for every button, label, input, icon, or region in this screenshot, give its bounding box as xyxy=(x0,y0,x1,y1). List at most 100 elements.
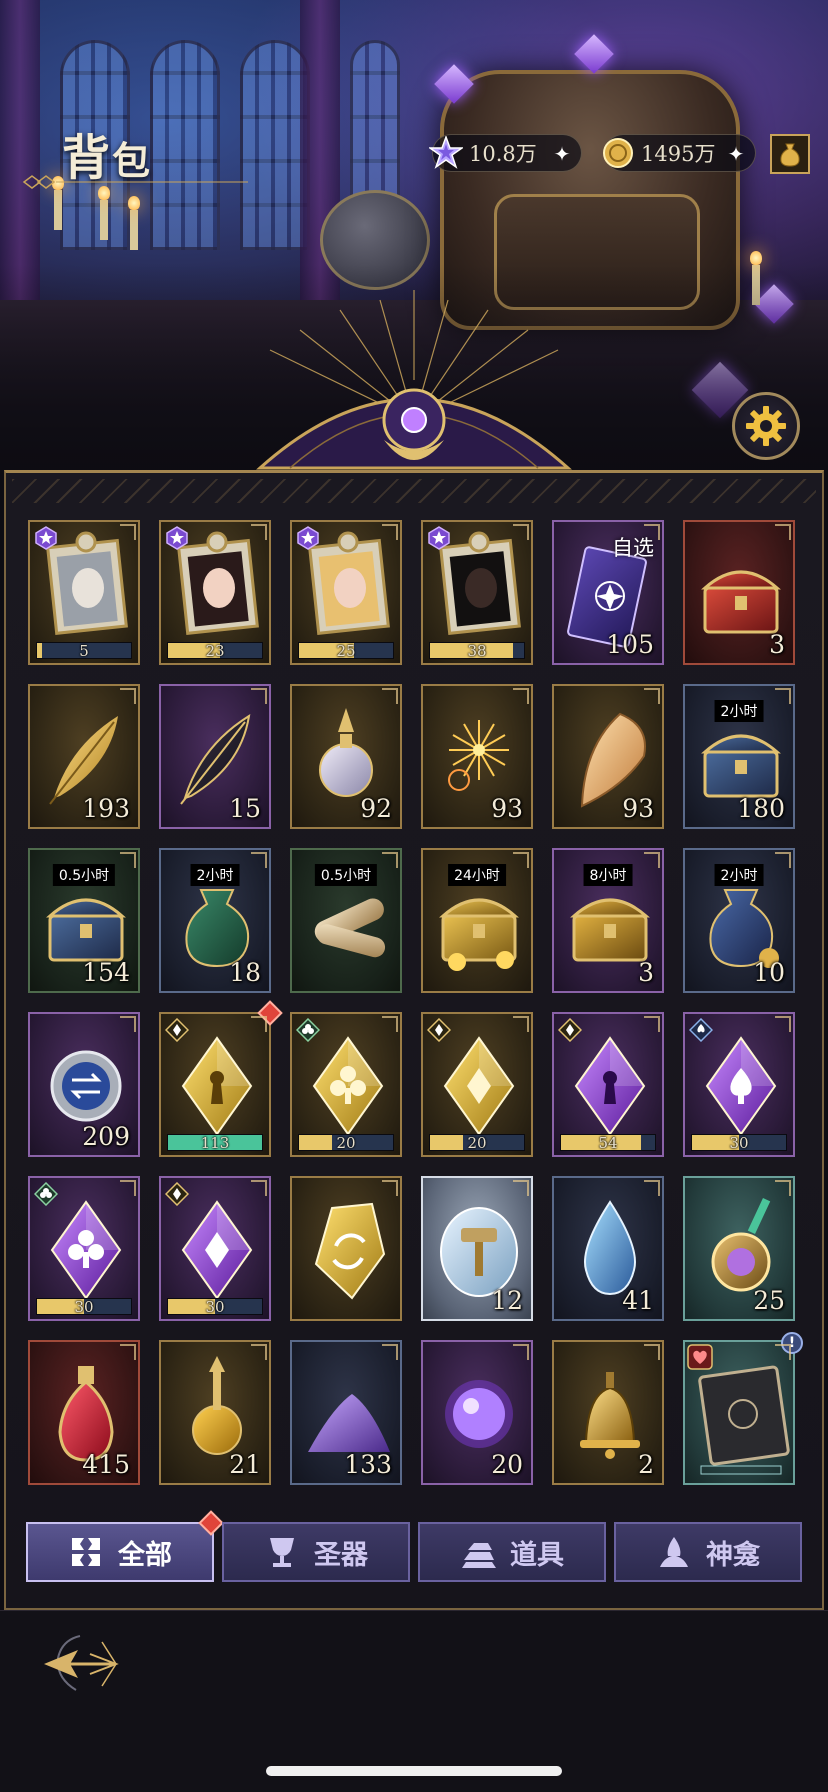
bottom-bar xyxy=(0,1610,828,1792)
inventory-item-scroll-bundle[interactable]: 0.5小时 xyxy=(290,848,402,993)
progress-count: 54 xyxy=(598,1134,618,1152)
inventory-item-golden-feather[interactable]: 193 xyxy=(28,684,140,829)
inventory-item-card-selectable[interactable]: 自选 105 xyxy=(552,520,664,665)
gold-coin-icon xyxy=(599,134,637,172)
diamond-suit-icon xyxy=(165,1018,189,1042)
shrine-icon xyxy=(660,1537,688,1567)
selectable-tag: 自选 xyxy=(612,536,654,560)
inventory-item-gold-chest[interactable]: 8小时 3 xyxy=(552,848,664,993)
fragment-progress: 30 xyxy=(167,1298,263,1316)
inventory-item-purple-crystal-club[interactable]: 30 xyxy=(28,1176,140,1321)
fragment-progress: 25 xyxy=(298,642,394,660)
progress-count: 30 xyxy=(74,1298,94,1316)
item-count: 133 xyxy=(344,1450,392,1479)
diamond-suit-icon xyxy=(427,1018,451,1042)
fragment-progress: 20 xyxy=(298,1134,394,1152)
rarity-star-icon xyxy=(35,526,57,550)
rarity-star-icon xyxy=(166,526,188,550)
tab-items[interactable]: 道具 xyxy=(418,1522,606,1582)
tab-artifacts[interactable]: 圣器 xyxy=(222,1522,410,1582)
ingots-icon xyxy=(462,1543,496,1568)
item-count: 3 xyxy=(638,958,654,987)
inventory-item-perfume-bottle[interactable]: 92 xyxy=(290,684,402,829)
item-count: 154 xyxy=(82,958,130,987)
back-button[interactable] xyxy=(40,1628,124,1700)
inventory-item-swap-token[interactable]: 209 xyxy=(28,1012,140,1157)
fragment-progress: 54 xyxy=(560,1134,656,1152)
inventory-item-gold-treasure[interactable]: 24小时 xyxy=(421,848,533,993)
item-count: 25 xyxy=(753,1286,785,1315)
item-count: 15 xyxy=(229,794,261,823)
notification-dot xyxy=(257,1000,283,1026)
inventory-item-red-potion[interactable]: 415 xyxy=(28,1340,140,1485)
inventory-item-blue-chest[interactable]: 2小时 180 xyxy=(683,684,795,829)
home-indicator[interactable] xyxy=(266,1766,562,1776)
inventory-item-ornate-book[interactable]: ! xyxy=(683,1332,803,1485)
inventory-item-golden-bell[interactable]: 2 xyxy=(552,1340,664,1485)
add-gold-icon[interactable]: ✦ xyxy=(725,143,747,165)
inventory-item-purple-dust[interactable]: 133 xyxy=(290,1340,402,1485)
inventory-item-puzzle-portrait-elf[interactable]: 23 xyxy=(159,520,271,665)
inventory-item-dark-feather[interactable]: 15 xyxy=(159,684,271,829)
tab-all[interactable]: 全部 xyxy=(26,1510,224,1582)
item-count: 180 xyxy=(737,794,785,823)
inventory-item-puzzle-portrait-dark[interactable]: 38 xyxy=(421,520,533,665)
inventory-item-purple-crystal-spade[interactable]: 30 xyxy=(683,1012,795,1157)
add-diamond-icon[interactable]: ✦ xyxy=(551,143,573,165)
inventory-item-gold-swap-crystal[interactable] xyxy=(290,1176,402,1321)
progress-count: 113 xyxy=(200,1134,230,1152)
inventory-item-puzzle-portrait-silver[interactable]: 5 xyxy=(28,520,140,665)
item-count: 21 xyxy=(229,1450,261,1479)
inventory-item-gold-crystal-keyhole[interactable]: 113 xyxy=(159,1000,283,1157)
inventory-item-gold-crystal-diamond[interactable]: 20 xyxy=(421,1012,533,1157)
item-count: 12 xyxy=(491,1286,523,1315)
inventory-item-blue-money-bag[interactable]: 2小时 10 xyxy=(683,848,795,993)
inventory-item-red-chest[interactable]: 3 xyxy=(683,520,795,665)
inventory-item-purple-crystal-keyhole[interactable]: 54 xyxy=(552,1012,664,1157)
inventory-item-hammer-crystal[interactable]: 12 xyxy=(421,1176,533,1321)
inventory-item-blue-chest[interactable]: 0.5小时 154 xyxy=(28,848,140,993)
tab-artifacts-label: 圣器 xyxy=(314,1539,368,1571)
inventory-item-gold-crystal-club[interactable]: 20 xyxy=(290,1012,402,1157)
club-suit-icon xyxy=(296,1018,320,1042)
title-ornament xyxy=(22,175,248,189)
diamond-amount: 10.8万 xyxy=(469,142,537,166)
inventory-item-green-money-bag[interactable]: 2小时 18 xyxy=(159,848,271,993)
item-count: 3 xyxy=(769,630,785,659)
fragment-progress: 30 xyxy=(691,1134,787,1152)
inventory-item-purple-orb[interactable]: 20 xyxy=(421,1340,533,1485)
item-count: 415 xyxy=(82,1450,130,1479)
inventory-item-gold-potion[interactable]: 21 xyxy=(159,1340,271,1485)
inventory-item-blue-teardrop[interactable]: 41 xyxy=(552,1176,664,1321)
progress-count: 38 xyxy=(467,642,487,660)
inventory-item-purple-crystal-diamond[interactable]: 30 xyxy=(159,1176,271,1321)
progress-count: 30 xyxy=(205,1298,225,1316)
progress-count: 20 xyxy=(467,1134,487,1152)
chalice-icon xyxy=(270,1538,294,1567)
diamond-currency[interactable]: 10.8万 ✦ xyxy=(429,134,582,172)
item-count: 105 xyxy=(606,630,654,659)
star-crystal-icon xyxy=(427,134,465,172)
inventory-item-seashell[interactable]: 93 xyxy=(552,684,664,829)
category-tabs: 全部 圣器 道具 神龛 xyxy=(26,1510,802,1584)
tab-shrine[interactable]: 神龛 xyxy=(614,1522,802,1582)
heart-icon xyxy=(687,1344,713,1370)
diamond-suit-icon xyxy=(165,1182,189,1206)
timer-label: 24小时 xyxy=(448,864,506,886)
gold-currency[interactable]: 1495万 ✦ xyxy=(603,134,756,172)
item-count: 41 xyxy=(622,1286,654,1315)
inventory-item-puzzle-portrait-blonde[interactable]: 25 xyxy=(290,520,402,665)
inventory-grid: 5 23 25 38 自选 105 3 193 15 92 93 93 2小时 180 0.5小时 154 2小… xyxy=(28,520,803,1485)
inventory-item-fireworks[interactable]: 93 xyxy=(421,684,533,829)
fragment-progress: 30 xyxy=(36,1298,132,1316)
timer-label: 0.5小时 xyxy=(52,864,116,886)
fragment-progress: 38 xyxy=(429,642,525,660)
alert-badge: ! xyxy=(781,1332,803,1354)
fragment-progress: 23 xyxy=(167,642,263,660)
timer-label: 8小时 xyxy=(583,864,633,886)
inventory-item-ornate-jewel[interactable]: 25 xyxy=(683,1176,795,1321)
tab-shrine-label: 神龛 xyxy=(706,1539,760,1571)
item-count: 20 xyxy=(491,1450,523,1479)
fragment-progress: 113 xyxy=(167,1134,263,1152)
shop-button[interactable] xyxy=(770,134,810,174)
